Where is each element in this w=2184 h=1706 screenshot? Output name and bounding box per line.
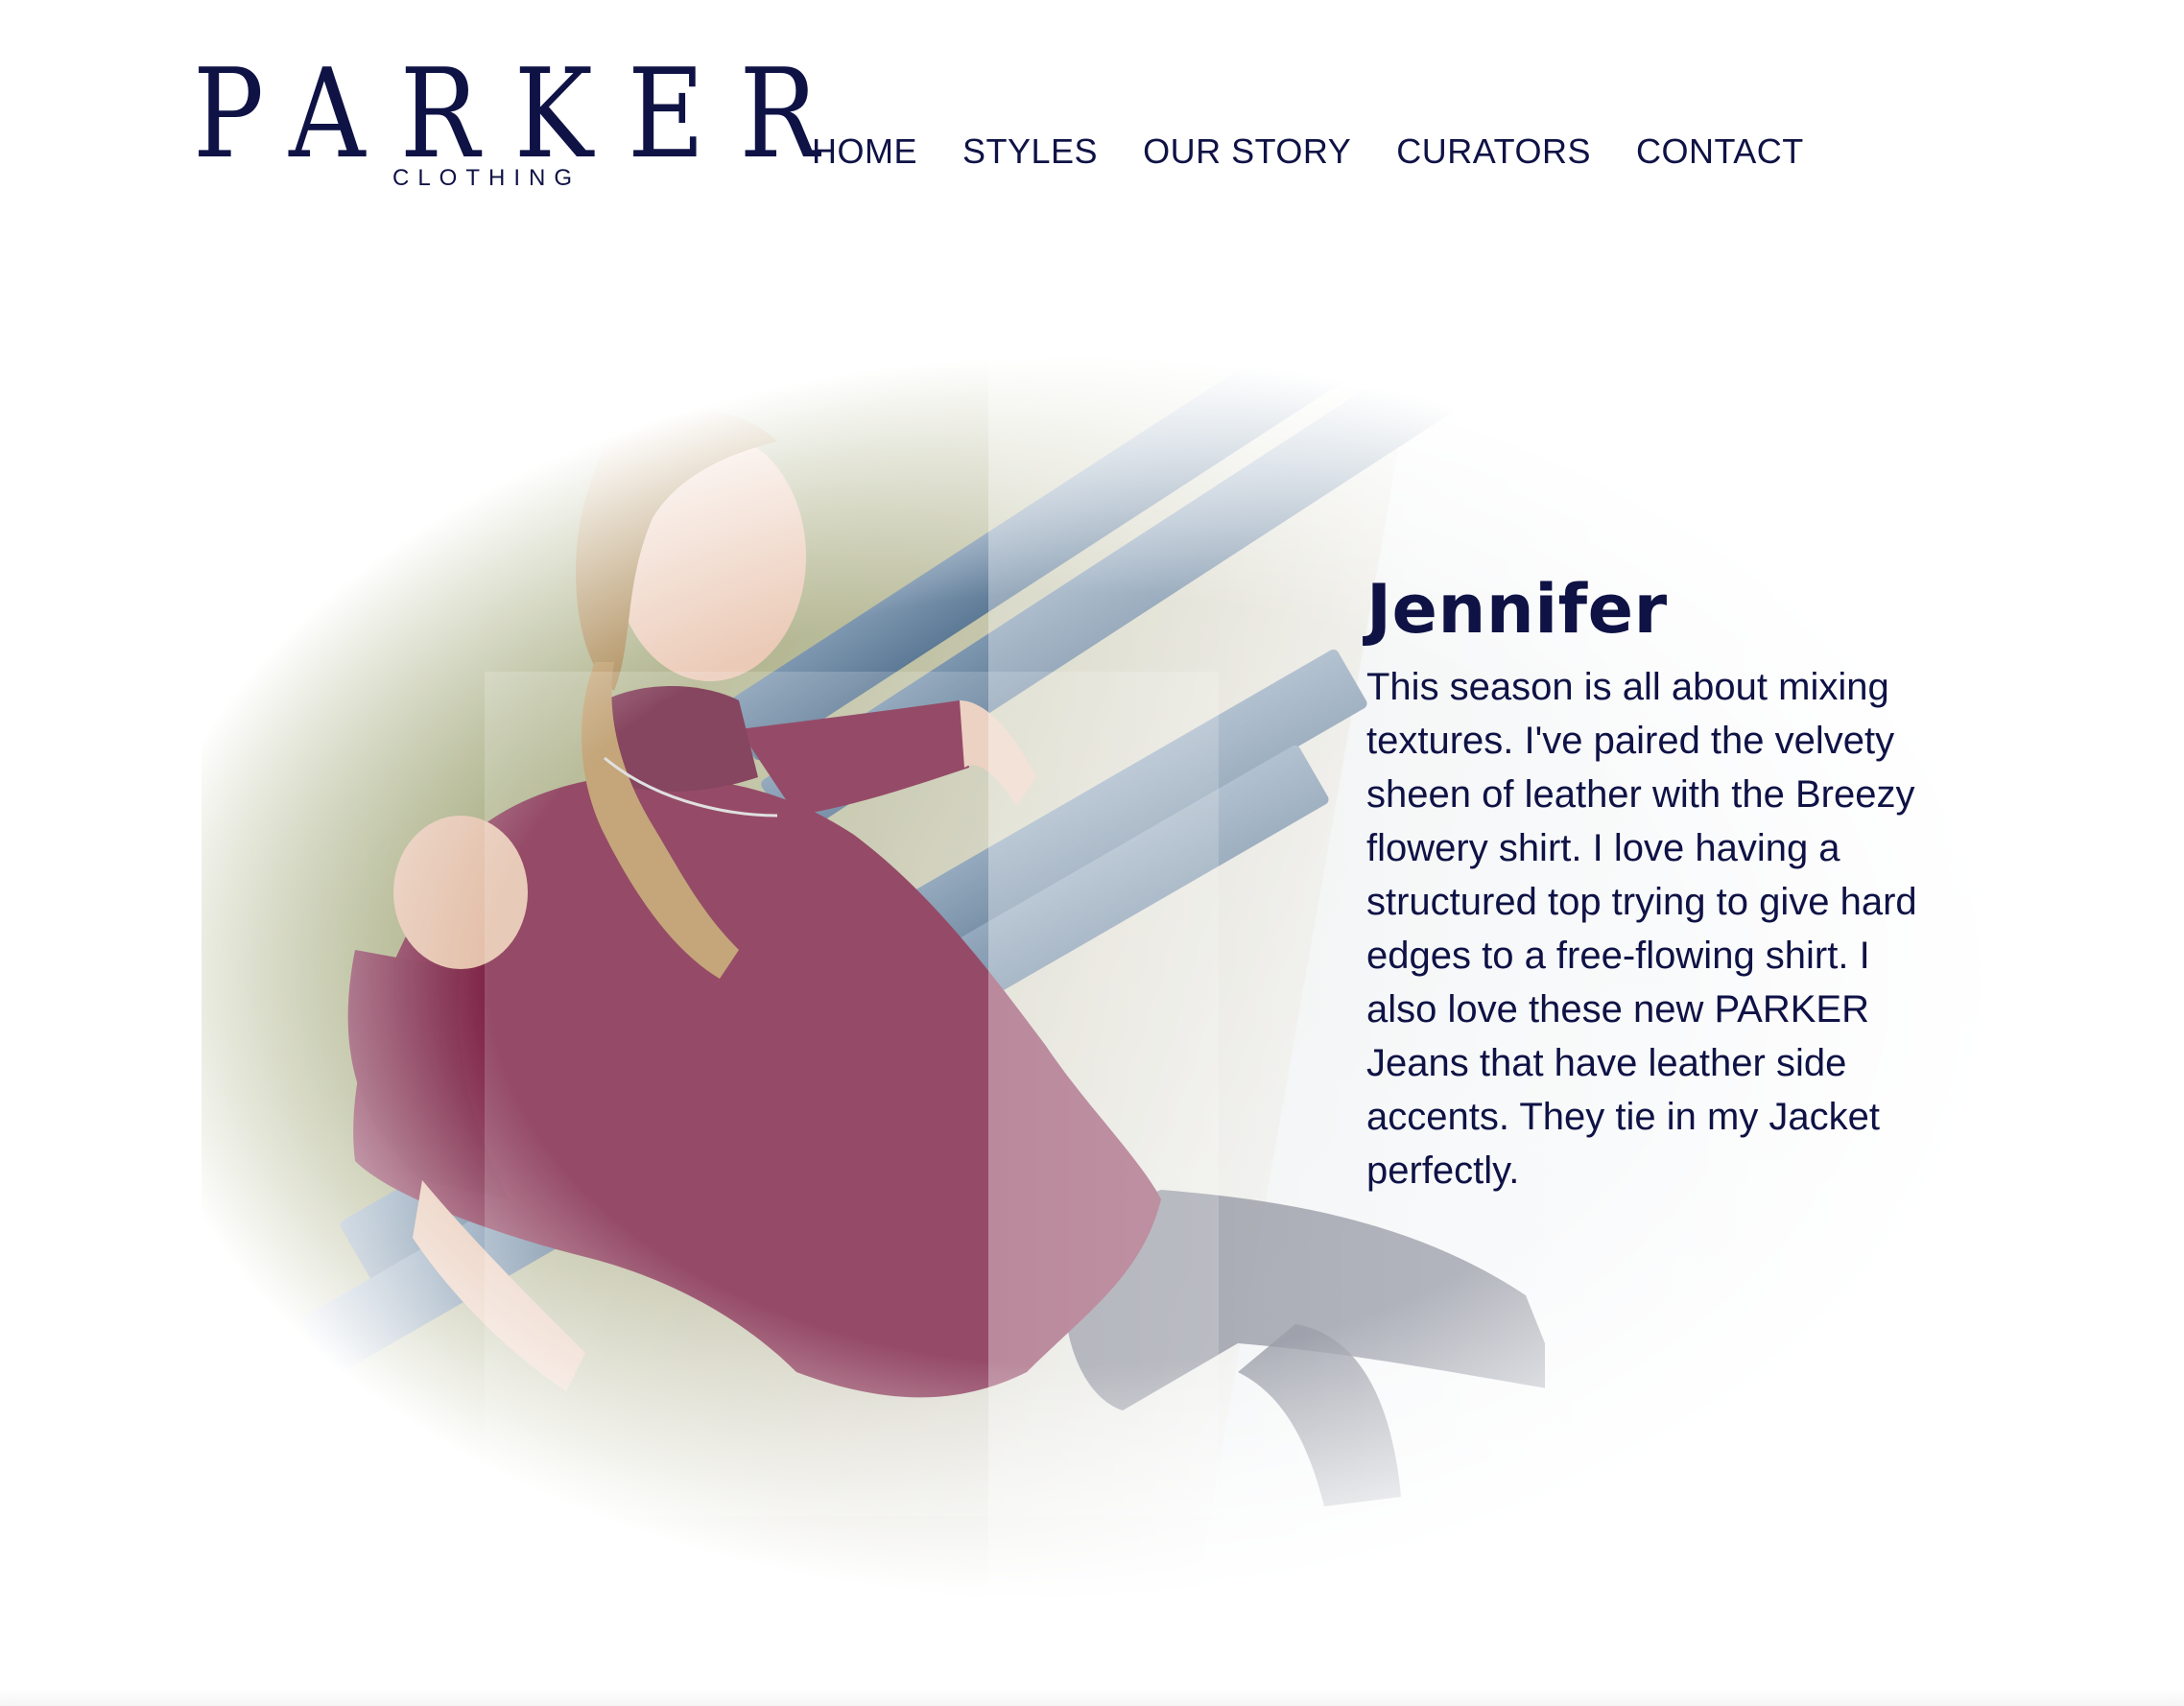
nav-contact[interactable]: CONTACT — [1636, 131, 1804, 172]
brand-logo-subtitle: CLOTHING — [392, 165, 582, 191]
nav-curators[interactable]: CURATORS — [1396, 131, 1591, 172]
brand-logo-wordmark: PARKER — [193, 43, 854, 186]
curator-feature: Jennifer This season is all about mixing… — [1366, 576, 1942, 1197]
main-nav: HOME STYLES OUR STORY CURATORS CONTACT — [812, 131, 1849, 172]
nav-styles[interactable]: STYLES — [962, 131, 1098, 172]
nav-home[interactable]: HOME — [812, 131, 917, 172]
curator-quote: This season is all about mixing textures… — [1366, 666, 1917, 1192]
page-bottom-edge — [0, 1689, 2184, 1706]
nav-our-story[interactable]: OUR STORY — [1143, 131, 1351, 172]
brand-logo[interactable]: PARKER CLOTHING — [193, 54, 819, 192]
page: PARKER CLOTHING HOME STYLES OUR STORY CU… — [0, 0, 2184, 1706]
curator-name: Jennifer — [1366, 570, 1668, 649]
